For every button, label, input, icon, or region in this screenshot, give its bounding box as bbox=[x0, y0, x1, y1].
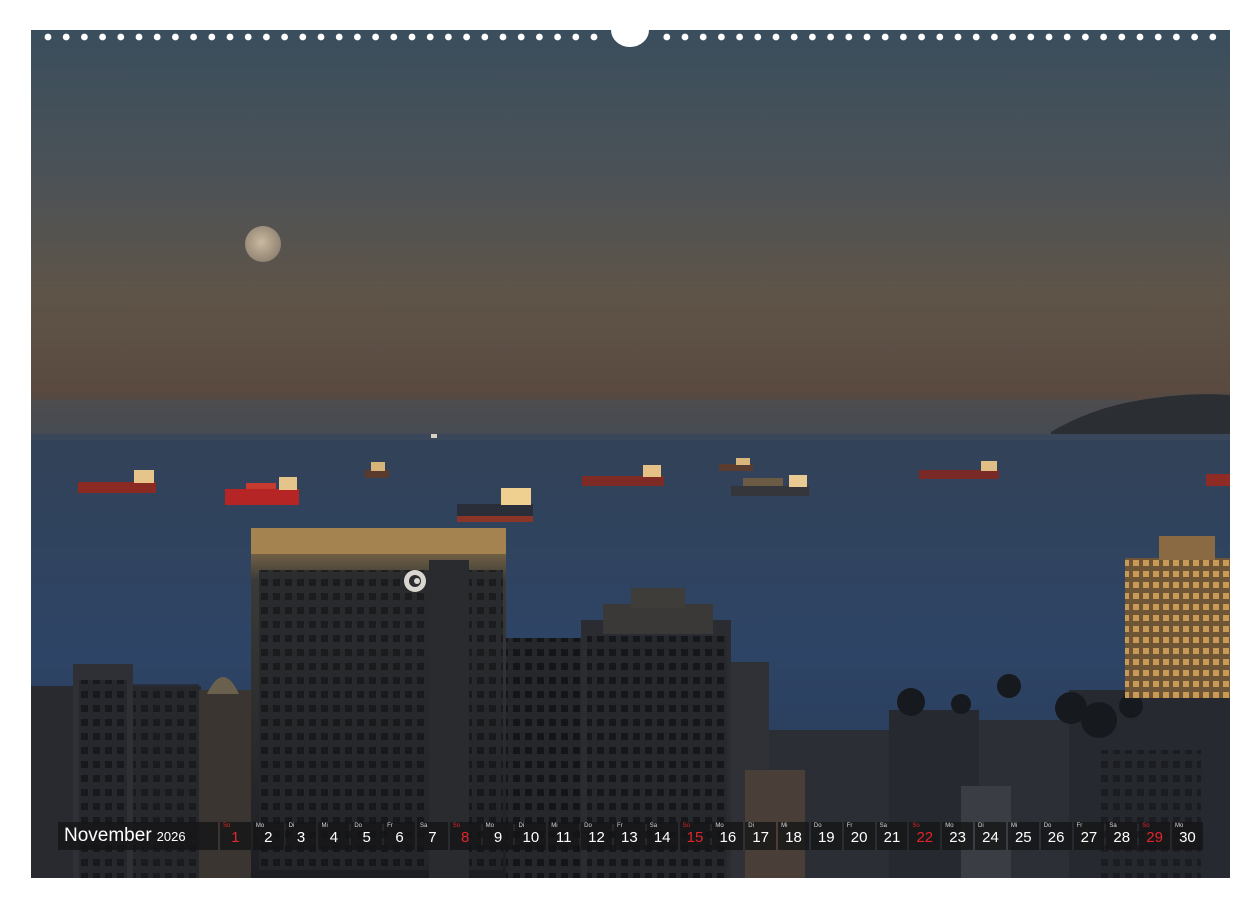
day-cell: Do 26 bbox=[1040, 822, 1072, 850]
day-cell: Mi 11 bbox=[548, 822, 580, 850]
day-number: 28 bbox=[1113, 829, 1131, 846]
day-number: 30 bbox=[1179, 829, 1196, 846]
day-cell: So 1 bbox=[220, 822, 251, 850]
month-name: November bbox=[64, 825, 152, 846]
day-number: 13 bbox=[621, 829, 638, 846]
day-cell: Mi 18 bbox=[778, 822, 809, 850]
day-number: 14 bbox=[653, 829, 671, 846]
day-cell: Sa 21 bbox=[876, 822, 908, 850]
lit-building bbox=[1125, 558, 1230, 698]
day-number: 17 bbox=[752, 829, 769, 846]
day-number: 25 bbox=[1014, 829, 1032, 846]
day-number: 27 bbox=[1080, 829, 1098, 846]
day-number: 26 bbox=[1047, 829, 1065, 846]
day-cell: Sa 28 bbox=[1106, 822, 1138, 850]
day-number: 18 bbox=[785, 829, 802, 846]
day-number: 21 bbox=[883, 829, 901, 846]
sky bbox=[31, 30, 1230, 440]
day-number: 8 bbox=[461, 829, 470, 846]
day-cells: So 1 Mo 2 Di 3 Mi 4 Do 5 Fr 6 Sa 7 So 8 Mo 9 Di 10 Mi 11 Do 12 F… bbox=[220, 822, 1203, 850]
day-cell: Mi 4 bbox=[318, 822, 350, 850]
day-cell: Sa 14 bbox=[646, 822, 678, 850]
moon bbox=[245, 226, 281, 262]
day-number: 22 bbox=[916, 829, 934, 846]
day-cell: Di 3 bbox=[285, 822, 317, 850]
calendar-strip: November 2026 So 1 Mo 2 Di 3 Mi 4 Do 5 Fr 6 Sa 7 So 8 Mo… bbox=[58, 822, 1203, 850]
building bbox=[603, 604, 713, 634]
day-number: 1 bbox=[231, 829, 240, 846]
day-cell: Fr 6 bbox=[384, 822, 415, 850]
day-cell: So 22 bbox=[909, 822, 941, 850]
month-title: November 2026 bbox=[58, 822, 218, 850]
day-cell: Mo 23 bbox=[942, 822, 974, 850]
day-cell: Mo 30 bbox=[1172, 822, 1203, 850]
day-cell: Do 19 bbox=[810, 822, 842, 850]
day-number: 24 bbox=[982, 829, 999, 846]
day-cell: Do 12 bbox=[581, 822, 612, 850]
day-cell: Mo 2 bbox=[252, 822, 284, 850]
day-number: 5 bbox=[362, 829, 371, 846]
day-number: 20 bbox=[850, 829, 868, 846]
day-number: 19 bbox=[817, 829, 835, 846]
day-number: 15 bbox=[686, 829, 704, 846]
day-cell: Fr 27 bbox=[1073, 822, 1105, 850]
day-cell: Mo 16 bbox=[712, 822, 744, 850]
day-cell: Di 24 bbox=[975, 822, 1006, 850]
calendar-sheet bbox=[31, 30, 1230, 878]
day-number: 7 bbox=[428, 829, 437, 846]
day-cell: Mi 25 bbox=[1007, 822, 1039, 850]
lit-building-top bbox=[1159, 536, 1215, 560]
building bbox=[1101, 750, 1201, 878]
day-number: 4 bbox=[329, 829, 339, 846]
day-number: 12 bbox=[588, 829, 605, 846]
day-number: 10 bbox=[522, 829, 540, 846]
day-number: 2 bbox=[264, 829, 273, 846]
year: 2026 bbox=[156, 829, 186, 844]
day-number: 29 bbox=[1146, 829, 1163, 846]
day-cell: Do 5 bbox=[351, 822, 383, 850]
day-number: 16 bbox=[719, 829, 737, 846]
day-number: 3 bbox=[296, 829, 306, 846]
building bbox=[631, 588, 685, 608]
day-cell: So 29 bbox=[1139, 822, 1171, 850]
day-cell: Di 10 bbox=[515, 822, 547, 850]
ship bbox=[1206, 474, 1230, 486]
main-tower-top bbox=[251, 528, 506, 554]
day-cell: Fr 20 bbox=[843, 822, 875, 850]
day-cell: Mo 9 bbox=[482, 822, 514, 850]
day-cell: Sa 7 bbox=[416, 822, 448, 850]
day-cell: Fr 13 bbox=[613, 822, 645, 850]
day-number: 11 bbox=[555, 829, 572, 846]
sea-highlight bbox=[31, 434, 1230, 440]
day-cell: So 8 bbox=[449, 822, 481, 850]
sailboat bbox=[431, 434, 437, 438]
day-number: 9 bbox=[493, 829, 503, 846]
day-number: 6 bbox=[395, 829, 404, 846]
day-number: 23 bbox=[949, 829, 966, 846]
day-cell: So 15 bbox=[679, 822, 711, 850]
harbor-night-photo bbox=[31, 30, 1230, 878]
day-cell: Di 17 bbox=[745, 822, 777, 850]
